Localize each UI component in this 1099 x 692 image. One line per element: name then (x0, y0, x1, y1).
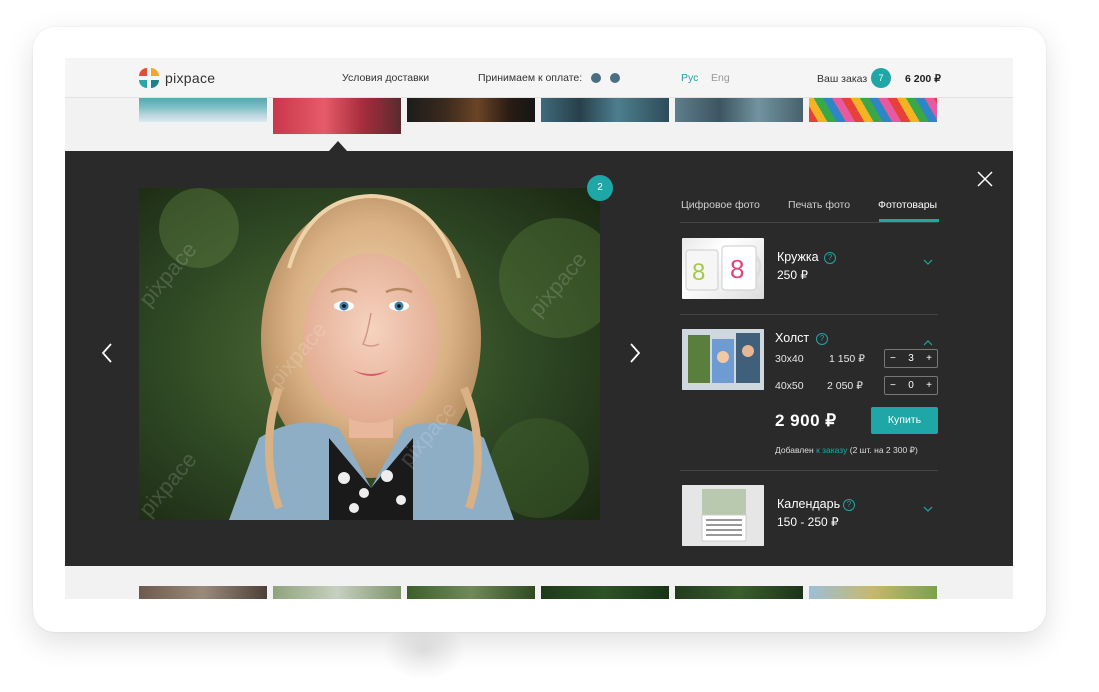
order-total: 6 200 ₽ (905, 73, 941, 85)
quantity-stepper: − 3 + (884, 349, 938, 368)
gallery-thumbnail[interactable] (273, 586, 401, 599)
payment-icon (591, 73, 602, 83)
svg-text:8: 8 (692, 259, 705, 286)
divider (680, 314, 938, 315)
order-count-badge[interactable]: 7 (871, 68, 891, 88)
decrement-button[interactable]: − (890, 353, 896, 364)
photo-index-badge: 2 (587, 175, 613, 201)
gallery-thumbnail[interactable] (675, 98, 803, 122)
chevron-up-icon[interactable] (923, 334, 933, 346)
delivery-terms-link[interactable]: Условия доставки (342, 72, 429, 84)
chevron-down-icon[interactable] (923, 253, 933, 265)
canvas-image[interactable] (682, 329, 764, 390)
gallery-thumbnail[interactable] (139, 98, 267, 122)
gallery-thumbnail[interactable] (139, 586, 267, 599)
close-icon[interactable] (975, 169, 995, 189)
logo[interactable]: pixpace (139, 68, 215, 88)
canvas-total-price: 2 900 ₽ (775, 411, 837, 430)
tab-photo-goods[interactable]: Фототовары (878, 199, 937, 211)
product-name: Холст (775, 331, 810, 345)
gallery-thumbnail[interactable] (541, 98, 669, 122)
gallery-thumbnail[interactable] (407, 98, 535, 122)
product-tabs: Цифровое фото Печать фото Фототовары (680, 199, 939, 223)
photo-viewer: pixpace pixpace pixpace pixpace pixpace … (65, 151, 1013, 566)
payment-label: Принимаем к оплате: (478, 72, 583, 84)
quantity-value[interactable]: 3 (908, 353, 914, 364)
gallery-thumbnail-selected[interactable] (273, 98, 401, 134)
order-label[interactable]: Ваш заказ (817, 73, 867, 85)
gallery-thumbnail[interactable] (407, 586, 535, 599)
active-tab-indicator (879, 219, 939, 222)
quantity-stepper: − 0 + (884, 376, 938, 395)
product-price: 150 - 250 ₽ (777, 515, 839, 529)
logo-icon (139, 68, 159, 88)
help-icon[interactable]: ? (816, 333, 828, 345)
selection-caret (329, 141, 347, 151)
decrement-button[interactable]: − (890, 380, 896, 391)
increment-button[interactable]: + (926, 353, 932, 364)
divider (680, 470, 938, 471)
tab-digital-photo[interactable]: Цифровое фото (681, 199, 760, 211)
arrow-left-icon[interactable] (99, 341, 117, 365)
svg-text:8: 8 (730, 254, 744, 284)
product-name: Календарь (777, 497, 841, 511)
arrow-right-icon[interactable] (625, 341, 643, 365)
buy-button[interactable]: Купить (871, 407, 938, 434)
payment-methods: Принимаем к оплате: (478, 72, 621, 84)
screen: pixpace Условия доставки Принимаем к опл… (65, 58, 1013, 599)
lang-en-link[interactable]: Eng (711, 72, 730, 84)
gallery-thumbnail[interactable] (675, 586, 803, 599)
payment-icon (610, 73, 621, 83)
help-icon[interactable]: ? (843, 499, 855, 511)
gallery-thumbnail[interactable] (809, 586, 937, 599)
help-icon[interactable]: ? (824, 252, 836, 264)
tab-print-photo[interactable]: Печать фото (788, 199, 850, 211)
added-to-order-note: Добавлен к заказу (2 шт. на 2 300 ₽) (775, 445, 918, 456)
added-prefix: Добавлен (775, 445, 814, 455)
logo-text: pixpace (165, 70, 216, 86)
mug-image[interactable]: 8 8 (682, 238, 764, 299)
size-label: 40x50 (775, 380, 804, 392)
added-suffix: (2 шт. на 2 300 ₽) (849, 445, 918, 455)
size-price: 1 150 ₽ (829, 353, 865, 365)
product-price: 250 ₽ (777, 268, 808, 282)
lang-ru-link[interactable]: Рус (681, 72, 698, 84)
chevron-down-icon[interactable] (923, 500, 933, 512)
increment-button[interactable]: + (926, 380, 932, 391)
gallery-thumbnail[interactable] (809, 98, 937, 122)
main-photo[interactable]: pixpace pixpace pixpace pixpace pixpace (139, 188, 600, 520)
gallery-thumbnail[interactable] (541, 586, 669, 599)
site-header: pixpace Условия доставки Принимаем к опл… (65, 58, 1013, 98)
size-label: 30x40 (775, 353, 804, 365)
order-link[interactable]: к заказу (816, 445, 847, 455)
product-name: Кружка (777, 250, 819, 264)
size-price: 2 050 ₽ (827, 380, 863, 392)
calendar-image[interactable] (682, 485, 764, 546)
quantity-value[interactable]: 0 (908, 380, 914, 391)
